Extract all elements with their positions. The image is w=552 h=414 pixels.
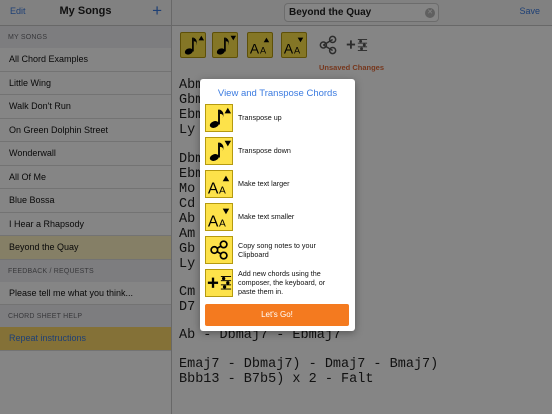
svg-text:A: A [219,218,226,229]
share-icon [205,236,233,264]
help-row-text: Copy song notes to your Clipboard [238,241,316,259]
help-row-text: Transpose up [238,113,282,122]
svg-text:A: A [208,213,219,230]
text-larger-icon: AA [205,170,233,198]
svg-text:A: A [219,185,226,196]
modal-title: View and Transpose Chords [217,88,338,99]
help-row-text: Make text smaller [238,212,295,221]
help-modal: View and Transpose Chords Transpose up T… [200,79,355,331]
add-chords-icon [205,269,233,297]
help-row-text: Transpose down [238,146,291,155]
help-row: AA Make text larger [205,170,350,198]
help-row-text: Make text larger [238,179,290,188]
help-row: AA Make text smaller [205,203,350,231]
help-row: Add new chords using the composer, the k… [205,269,350,297]
help-row-text: Add new chords using the composer, the k… [238,269,326,296]
lets-go-button[interactable]: Let's Go! [205,304,349,326]
transpose-up-icon [205,104,233,132]
help-row: Copy song notes to your Clipboard [205,236,350,264]
help-row: Transpose up [205,104,350,132]
text-smaller-icon: AA [205,203,233,231]
transpose-down-icon [205,137,233,165]
svg-text:A: A [208,180,219,197]
help-row: Transpose down [205,137,350,165]
